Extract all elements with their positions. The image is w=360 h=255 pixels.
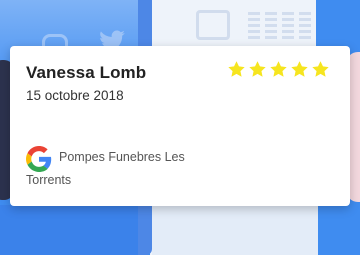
star-icon <box>291 61 308 77</box>
background-left-floor <box>0 205 138 255</box>
rating-stars <box>227 60 330 79</box>
reviewer-name: Vanessa Lomb <box>26 63 147 82</box>
business-info: Pompes Funebres Les Torrents <box>26 146 216 192</box>
twitch-icon <box>196 10 230 40</box>
star-icon <box>312 61 329 77</box>
google-icon <box>26 146 52 172</box>
background-bars <box>248 12 311 42</box>
review-card: Vanessa Lomb 15 octobre 2018 Pompes Fune… <box>10 46 350 206</box>
review-date: 15 octobre 2018 <box>26 88 124 103</box>
star-icon <box>228 61 245 77</box>
star-icon <box>249 61 266 77</box>
business-name: Pompes Funebres Les Torrents <box>26 150 185 187</box>
star-icon <box>270 61 287 77</box>
background-right-floor <box>152 205 318 255</box>
